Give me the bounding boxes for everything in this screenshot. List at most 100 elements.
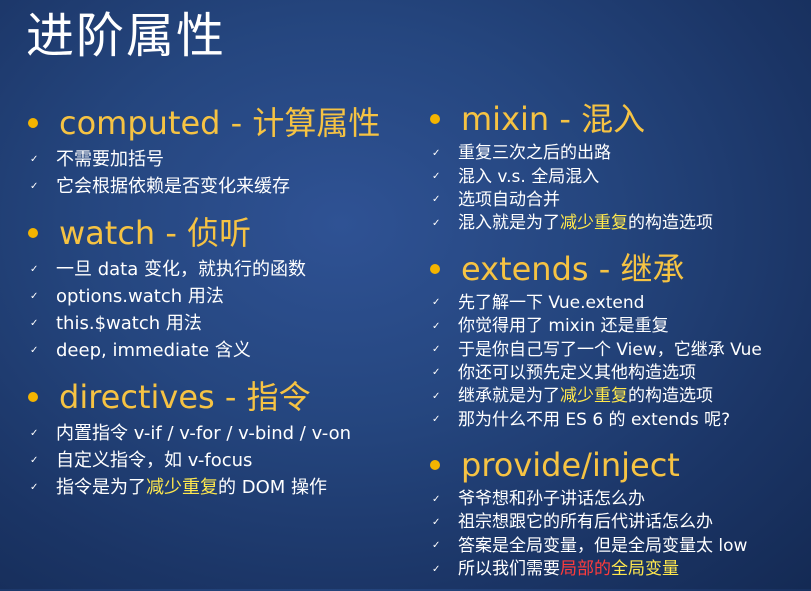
topic-item-list: ✓ 先了解一下 Vue.extend ✓ 你觉得用了 mixin 还是重复 ✓ 于是你自己…: [428, 292, 806, 432]
topic-item-list: ✓ 内置指令 v-if / v-for / v-bind / v-on ✓ 自定义指令…: [26, 420, 416, 501]
slide: 进阶属性 computed - 计算属性 ✓ 不需要加括号 ✓ 它会根据依赖是否变化来缓…: [0, 0, 811, 589]
topic-heading-text: extends - 继承: [461, 249, 685, 288]
bullet-dot-icon: [430, 114, 440, 124]
topic-item-list: ✓ 爷爷想和孙子讲话怎么办 ✓ 祖宗想跟它的所有后代讲话怎么办 ✓ 答案是全局变量，但是全…: [428, 488, 806, 582]
checkmark-icon: ✓: [432, 367, 441, 379]
topic-item-list: ✓ 不需要加括号 ✓ 它会根据依赖是否变化来缓存: [26, 146, 416, 200]
list-item: ✓ 答案是全局变量，但是全局变量太 low: [428, 535, 806, 558]
right-column: mixin - 混入 ✓ 重复三次之后的出路 ✓ 混入 v.s. 全局混入 ✓ 选项自动合并…: [428, 96, 806, 591]
highlight-text: 全局变量: [611, 559, 679, 580]
checkmark-icon: ✓: [432, 390, 441, 402]
list-item-text: 继承就是为了: [458, 386, 560, 407]
checkmark-icon: ✓: [432, 297, 441, 309]
list-item-text: 所以我们需要: [458, 559, 560, 580]
topic-item-list: ✓ 重复三次之后的出路 ✓ 混入 v.s. 全局混入 ✓ 选项自动合并 ✓ 混入就是为了 减少重…: [428, 142, 806, 236]
checkmark-icon: ✓: [30, 454, 39, 466]
checkmark-icon: ✓: [432, 344, 441, 356]
checkmark-icon: ✓: [432, 147, 441, 159]
list-item: ✓ 内置指令 v-if / v-for / v-bind / v-on: [26, 420, 416, 447]
list-item-text: deep, immediate 含义: [56, 339, 251, 361]
list-item: ✓ 自定义指令，如 v-focus: [26, 447, 416, 474]
list-item: ✓ 不需要加括号: [26, 146, 416, 173]
topic-heading-text: provide/inject: [461, 445, 680, 484]
list-item: ✓ this.$watch 用法: [26, 310, 416, 337]
list-item-text: 答案是全局变量，但是全局变量太 low: [458, 535, 748, 556]
list-item-text: 的 DOM 操作: [218, 476, 328, 498]
list-item: ✓ 你觉得用了 mixin 还是重复: [428, 315, 806, 338]
bullet-dot-icon: [430, 263, 440, 274]
list-item: ✓ 继承就是为了 减少重复 的构造选项: [428, 385, 806, 408]
highlight-text: 减少重复: [560, 213, 628, 234]
left-column: computed - 计算属性 ✓ 不需要加括号 ✓ 它会根据依赖是否变化来缓存 watc…: [26, 100, 416, 511]
list-item-text: 的构造选项: [628, 213, 713, 234]
checkmark-icon: ✓: [30, 481, 39, 493]
checkmark-icon: ✓: [30, 290, 39, 302]
list-item-text: 内置指令 v-if / v-for / v-bind / v-on: [56, 422, 352, 444]
list-item-text: 混入就是为了: [458, 213, 560, 234]
checkmark-icon: ✓: [432, 194, 441, 206]
list-item: ✓ 指令是为了 减少重复的 DOM 操作: [26, 474, 416, 501]
list-item: ✓ 一旦 data 变化，就执行的函数: [26, 256, 416, 283]
checkmark-icon: ✓: [30, 344, 39, 356]
topic-heading-text: mixin - 混入: [461, 100, 646, 138]
list-item: ✓ 先了解一下 Vue.extend: [428, 292, 806, 315]
checkmark-icon: ✓: [30, 427, 39, 439]
list-item: ✓ 重复三次之后的出路: [428, 142, 806, 165]
list-item-text: 你觉得用了 mixin 还是重复: [458, 316, 669, 337]
highlight-text: 减少重复: [560, 386, 628, 407]
list-item: ✓ 选项自动合并: [428, 189, 806, 212]
list-item: ✓ 爷爷想和孙子讲话怎么办: [428, 488, 806, 511]
topic-section: watch - 侦听 ✓ 一旦 data 变化，就执行的函数 ✓ options.wat…: [26, 210, 416, 364]
topic-heading: provide/inject: [428, 442, 806, 488]
checkmark-icon: ✓: [30, 317, 39, 329]
list-item-text: 指令是为了: [56, 476, 146, 498]
slide-title: 进阶属性: [26, 8, 227, 64]
topic-section: computed - 计算属性 ✓ 不需要加括号 ✓ 它会根据依赖是否变化来缓存: [26, 100, 416, 200]
list-item-text: 自定义指令，如 v-focus: [56, 449, 253, 471]
topic-heading: watch - 侦听: [26, 210, 416, 256]
topic-section: mixin - 混入 ✓ 重复三次之后的出路 ✓ 混入 v.s. 全局混入 ✓ 选项自动合并…: [428, 96, 806, 236]
list-item: ✓ options.watch 用法: [26, 283, 416, 310]
list-item-text: 重复三次之后的出路: [458, 143, 611, 164]
list-item: ✓ 它会根据依赖是否变化来缓存: [26, 173, 416, 200]
list-item-text: 你还可以预先定义其他构造选项: [458, 362, 696, 383]
list-item-text: 那为什么不用 ES 6 的 extends 呢?: [458, 409, 731, 430]
checkmark-icon: ✓: [30, 180, 39, 192]
topic-heading: directives - 指令: [26, 374, 416, 420]
red-highlight-text: 局部的: [560, 559, 611, 580]
checkmark-icon: ✓: [432, 493, 441, 505]
list-item-text: 的构造选项: [628, 386, 713, 407]
topic-section: extends - 继承 ✓ 先了解一下 Vue.extend ✓ 你觉得用了 mixi…: [428, 246, 806, 432]
list-item-text: 混入 v.s. 全局混入: [458, 166, 600, 187]
checkmark-icon: ✓: [30, 263, 39, 275]
checkmark-icon: ✓: [432, 516, 441, 528]
list-item-text: 于是你自己写了一个 View，它继承 Vue: [458, 339, 762, 360]
list-item: ✓ 那为什么不用 ES 6 的 extends 呢?: [428, 409, 806, 432]
bullet-dot-icon: [28, 392, 38, 402]
list-item-text: 选项自动合并: [458, 189, 560, 210]
list-item: ✓ 你还可以预先定义其他构造选项: [428, 362, 806, 385]
topic-heading-text: computed - 计算属性: [59, 104, 381, 142]
checkmark-icon: ✓: [432, 563, 441, 575]
list-item-text: 一旦 data 变化，就执行的函数: [56, 258, 306, 280]
checkmark-icon: ✓: [30, 153, 39, 165]
checkmark-icon: ✓: [432, 320, 441, 332]
topic-section: provide/inject ✓ 爷爷想和孙子讲话怎么办 ✓ 祖宗想跟它的所有后代讲话怎…: [428, 442, 806, 582]
list-item-text: 祖宗想跟它的所有后代讲话怎么办: [458, 512, 713, 533]
list-item: ✓ 祖宗想跟它的所有后代讲话怎么办: [428, 511, 806, 534]
topic-heading-text: watch - 侦听: [59, 214, 252, 252]
bullet-dot-icon: [430, 459, 440, 470]
topic-heading-text: directives - 指令: [59, 378, 311, 416]
list-item-text: options.watch 用法: [56, 285, 224, 307]
topic-section: directives - 指令 ✓ 内置指令 v-if / v-for / v-bi…: [26, 374, 416, 501]
topic-heading: mixin - 混入: [428, 96, 806, 142]
list-item: ✓ 于是你自己写了一个 View，它继承 Vue: [428, 338, 806, 361]
list-item-text: 不需要加括号: [56, 148, 164, 170]
list-item: ✓ 混入就是为了 减少重复 的构造选项: [428, 212, 806, 235]
list-item-text: 爷爷想和孙子讲话怎么办: [458, 489, 645, 510]
bullet-dot-icon: [28, 228, 38, 238]
bullet-dot-icon: [28, 118, 38, 128]
list-item-text: this.$watch 用法: [56, 312, 202, 334]
checkmark-icon: ✓: [432, 217, 441, 229]
checkmark-icon: ✓: [432, 540, 441, 552]
